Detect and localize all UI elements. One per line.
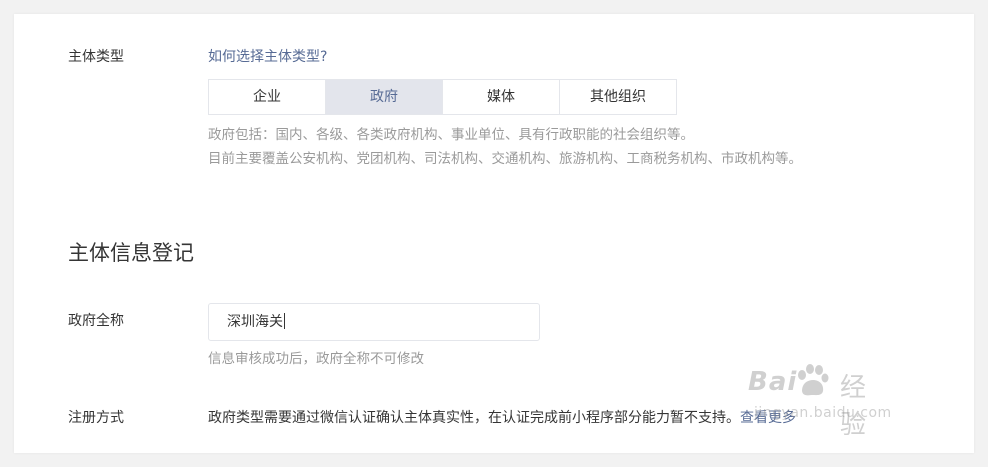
full-name-hint: 信息审核成功后，政府全称不可修改 — [208, 351, 424, 367]
tab-government[interactable]: 政府 — [325, 79, 443, 115]
text-caret — [284, 313, 285, 329]
tab-media[interactable]: 媒体 — [442, 79, 560, 115]
watermark-url: jingyan.baidu.com — [754, 405, 892, 421]
watermark-brand: Bai — [748, 367, 798, 397]
entity-type-label: 主体类型 — [68, 49, 124, 65]
full-name-input[interactable]: 深圳海关 — [208, 303, 540, 341]
entity-type-hint-line1: 政府包括：国内、各级、各类政府机构、事业单位、具有行政职能的社会组织等。 — [208, 127, 694, 143]
registration-method-text: 政府类型需要通过微信认证确认主体真实性，在认证完成前小程序部分能力暂不支持。查看… — [208, 407, 796, 427]
registration-method-label: 注册方式 — [68, 410, 124, 426]
entity-type-tabs: 企业 政府 媒体 其他组织 — [208, 79, 677, 115]
full-name-label: 政府全称 — [68, 313, 124, 329]
full-name-value: 深圳海关 — [227, 314, 283, 330]
entity-type-hint-line2: 目前主要覆盖公安机构、党团机构、司法机构、交通机构、旅游机构、工商税务机构、市政… — [208, 151, 802, 167]
tab-enterprise[interactable]: 企业 — [208, 79, 326, 115]
watermark-brand-suffix: 经验 — [840, 373, 867, 440]
section-title: 主体信息登记 — [68, 241, 194, 265]
registration-method-description: 政府类型需要通过微信认证确认主体真实性，在认证完成前小程序部分能力暂不支持。 — [208, 410, 740, 426]
tab-other-organization[interactable]: 其他组织 — [559, 79, 677, 115]
entity-type-help-link[interactable]: 如何选择主体类型? — [208, 46, 327, 66]
paw-icon — [798, 364, 829, 396]
